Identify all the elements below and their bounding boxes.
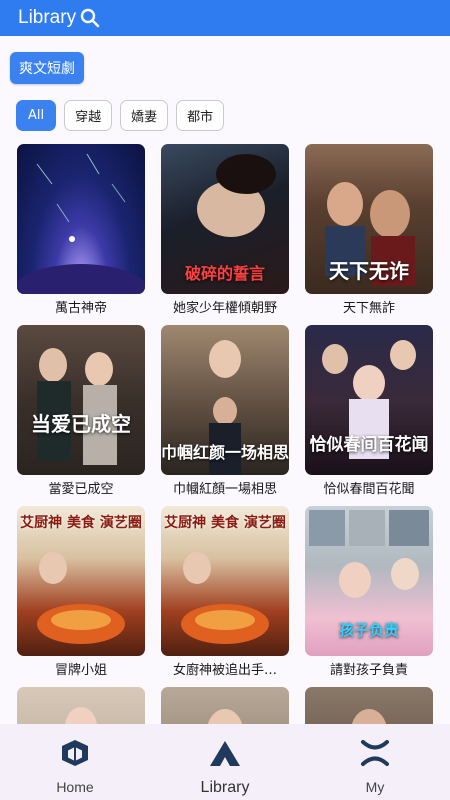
drama-card[interactable]: 艾厨神 美食 演艺圈 女廚神被追出手…: [161, 506, 289, 678]
nav-my-label: My: [365, 779, 385, 795]
drama-card[interactable]: 艾厨神 美食 演艺圈 冒牌小姐: [17, 506, 145, 678]
library-triangle-icon: [207, 738, 243, 772]
filter-pampered-wife[interactable]: 嬌妻: [120, 100, 169, 131]
my-x-icon: [359, 738, 391, 772]
filter-all[interactable]: All: [16, 100, 57, 131]
card-title: 請對孩子負責: [329, 663, 408, 678]
poster-caption: 恰似春间百花闻: [309, 435, 429, 455]
search-icon[interactable]: [80, 8, 100, 28]
card-title: 巾幗紅顏一場相思: [172, 482, 277, 497]
poster-caption: 孩子负责: [338, 621, 399, 639]
drama-card[interactable]: 当爱已成空 當愛已成空: [17, 325, 145, 497]
poster-image: [17, 144, 145, 294]
poster-caption: 天下无诈: [329, 259, 409, 283]
bottom-navigation: Home Library My: [0, 724, 450, 800]
filter-time-travel[interactable]: 穿越: [64, 100, 113, 131]
page-title: Library: [18, 7, 77, 28]
poster-image: [17, 687, 145, 724]
poster-caption: 破碎的誓言: [184, 264, 265, 283]
drama-card[interactable]: [17, 687, 145, 724]
drama-card[interactable]: [305, 687, 433, 724]
poster-image: 破碎的誓言: [161, 144, 289, 294]
top-app-bar: Library: [0, 0, 450, 36]
poster-image: 艾厨神 美食 演艺圈: [161, 506, 289, 656]
drama-card[interactable]: 天下无诈 天下無詐: [305, 144, 433, 316]
poster-caption: 巾帼红颜一场相思: [161, 443, 289, 462]
genre-filter-bar: All 穿越 嬌妻 都市: [16, 100, 225, 131]
nav-library[interactable]: Library: [150, 724, 300, 800]
category-chip[interactable]: 爽文短劇: [10, 52, 84, 84]
card-title: 她家少年權傾朝野: [172, 301, 277, 316]
card-title: 當愛已成空: [48, 482, 114, 497]
poster-image: 恰似春间百花闻: [305, 325, 433, 475]
poster-caption: 艾厨神 美食 演艺圈: [20, 515, 142, 531]
drama-card[interactable]: 萬古神帝: [17, 144, 145, 316]
drama-card[interactable]: 巾帼红颜一场相思 巾幗紅顏一場相思: [161, 325, 289, 497]
poster-image: 当爱已成空: [17, 325, 145, 475]
poster-image: [161, 687, 289, 724]
drama-card[interactable]: 恰似春间百花闻 恰似春間百花聞: [305, 325, 433, 497]
drama-card[interactable]: 孩子负责 請對孩子負責: [305, 506, 433, 678]
poster-image: 艾厨神 美食 演艺圈: [17, 506, 145, 656]
poster-image: 天下无诈: [305, 144, 433, 294]
card-title: 天下無詐: [342, 301, 395, 316]
card-title: 冒牌小姐: [54, 663, 107, 678]
card-title: 女廚神被追出手…: [172, 663, 277, 678]
poster-caption: 艾厨神 美食 演艺圈: [164, 515, 286, 531]
poster-image: [305, 687, 433, 724]
nav-home-label: Home: [56, 779, 94, 795]
poster-image: 巾帼红颜一场相思: [161, 325, 289, 475]
drama-card[interactable]: 破碎的誓言 她家少年權傾朝野: [161, 144, 289, 316]
filter-urban[interactable]: 都市: [176, 100, 225, 131]
drama-card[interactable]: [161, 687, 289, 724]
card-title: 萬古神帝: [54, 301, 107, 316]
poster-caption: 当爱已成空: [31, 412, 131, 436]
home-cube-icon: [59, 738, 91, 772]
nav-my[interactable]: My: [300, 724, 450, 800]
nav-library-label: Library: [200, 779, 250, 796]
drama-grid: 萬古神帝 破碎的誓言 她家少年權傾朝野 天下无诈 天下無詐 当爱已成空 當愛已成…: [0, 142, 450, 724]
card-title: 恰似春間百花聞: [323, 482, 415, 497]
nav-home[interactable]: Home: [0, 724, 150, 800]
poster-image: 孩子负责: [305, 506, 433, 656]
